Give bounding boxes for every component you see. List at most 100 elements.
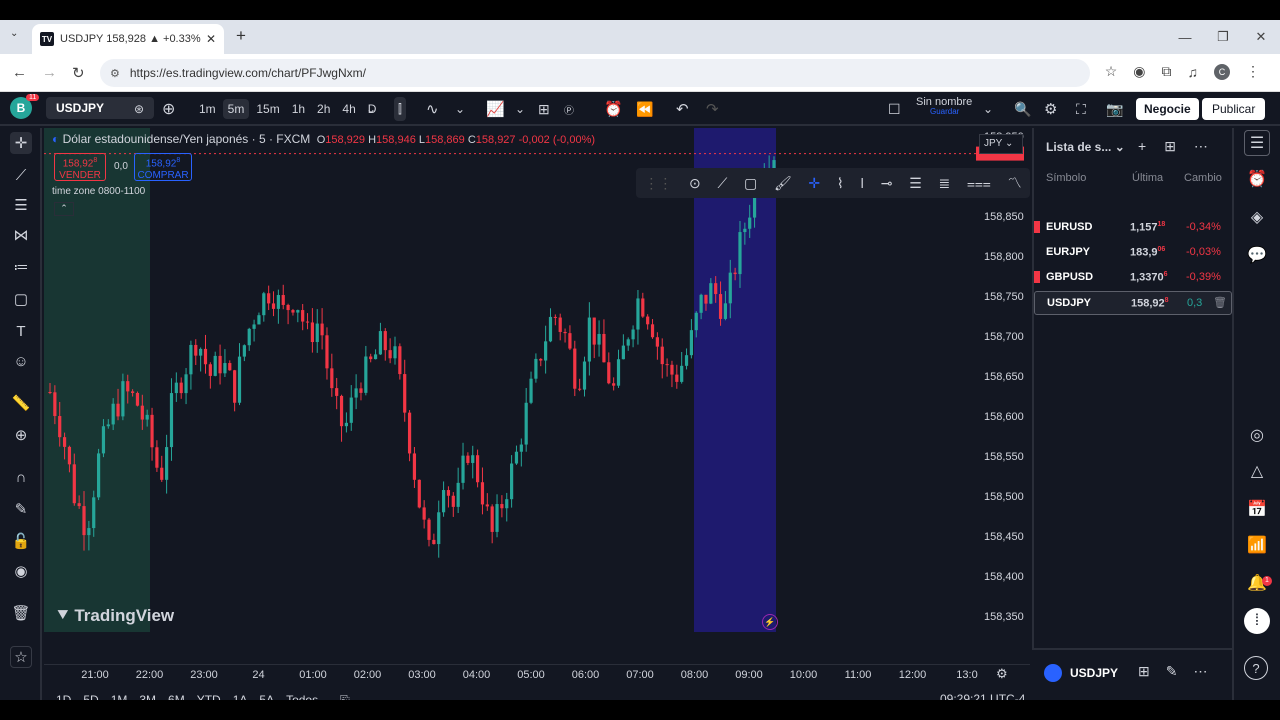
alerts-clock-icon[interactable]: ⏰ bbox=[1244, 166, 1270, 192]
axis-settings-icon[interactable]: ⚙ bbox=[996, 666, 1008, 682]
red-flag-icon[interactable] bbox=[1034, 271, 1040, 283]
new-tab-button[interactable]: + bbox=[236, 26, 246, 46]
timeframe-dropdown-icon[interactable]: ⌄ bbox=[366, 92, 376, 126]
time-axis[interactable]: 21:00 22:00 23:00 24 01:00 02:00 03:00 04:00 05:… bbox=[44, 664, 1030, 686]
candlestick-chart[interactable]: 158,950158,900158,850158,800158,750158,7… bbox=[44, 128, 1030, 632]
bookmark-star-icon[interactable]: ☆ bbox=[1105, 63, 1118, 80]
fullscreen-icon[interactable]: ⛶ bbox=[1076, 92, 1086, 126]
templates-icon[interactable]: ⊞ bbox=[538, 92, 550, 126]
settings-gear-icon[interactable]: ⚙ bbox=[1044, 92, 1057, 126]
profile-avatar[interactable]: C bbox=[1214, 63, 1230, 80]
calendar-icon[interactable]: 📅 bbox=[1244, 496, 1270, 522]
cross-tool-icon[interactable]: ✛ bbox=[808, 175, 820, 192]
remove-row-icon[interactable]: 🗑 bbox=[1213, 296, 1227, 309]
ruler-icon[interactable]: 📏 bbox=[10, 392, 32, 414]
edit-icon[interactable]: ✎ bbox=[1166, 663, 1178, 680]
watchlist-title[interactable]: Lista de s... ⌄ bbox=[1046, 140, 1125, 154]
currency-select[interactable]: JPY ⌄ bbox=[979, 134, 1023, 154]
watchlist-icon[interactable]: ☰ bbox=[1244, 130, 1270, 156]
details-more-icon[interactable]: ⋯ bbox=[1193, 663, 1207, 680]
forward-icon[interactable]: → bbox=[42, 64, 57, 81]
layout-name-button[interactable]: Sin nombre Guardar bbox=[916, 97, 972, 117]
indicator-line-icon[interactable]: ∿ bbox=[426, 92, 439, 126]
horizontal-line-icon[interactable]: ⊸ bbox=[881, 175, 893, 192]
timeframe-15m[interactable]: 15m bbox=[251, 99, 284, 119]
timeframe-1h[interactable]: 1h bbox=[287, 99, 310, 119]
url-field[interactable]: ⚙ https://es.tradingview.com/chart/PFJwg… bbox=[100, 59, 1090, 87]
eye-icon[interactable]: ◉ bbox=[10, 560, 32, 582]
pattern-icon[interactable]: ⋈ bbox=[10, 224, 32, 246]
watchlist-row[interactable]: EURUSD 1,15718 -0,34% bbox=[1034, 216, 1232, 240]
pine-icon[interactable]: Ⓟ bbox=[564, 92, 574, 126]
trash-icon[interactable]: 🗑 bbox=[10, 602, 32, 624]
tab-close-icon[interactable]: ✕ bbox=[206, 32, 216, 46]
layout-dropdown-icon[interactable]: ⌄ bbox=[983, 92, 993, 126]
indicators-dropdown-icon[interactable]: ⌄ bbox=[515, 92, 525, 126]
settings-lines-icon[interactable]: ⩶ bbox=[967, 175, 991, 192]
text-tool-icon[interactable]: T bbox=[10, 320, 32, 342]
forecast-icon[interactable]: ≔ bbox=[10, 256, 32, 278]
collapse-legend-icon[interactable]: ⌃ bbox=[54, 202, 74, 216]
red-flag-icon[interactable] bbox=[1034, 221, 1040, 233]
watchlist-row[interactable]: USDJPY 158,928 0,3 🗑 bbox=[1034, 291, 1232, 315]
path-tool-icon[interactable]: ⌇ bbox=[837, 175, 844, 192]
redo-icon[interactable]: ↷ bbox=[706, 92, 719, 126]
streams-icon[interactable]: 📶 bbox=[1244, 532, 1270, 558]
fib-icon[interactable]: ☰ bbox=[10, 194, 32, 216]
line-tool-icon[interactable]: ⟋ bbox=[717, 175, 727, 192]
target-icon[interactable]: ◎ bbox=[1244, 422, 1270, 448]
chart-pane[interactable]: 158,950158,900158,850158,800158,750158,7… bbox=[44, 128, 1030, 664]
watchlist-row[interactable]: GBPUSD 1,33706 -0,39% bbox=[1034, 266, 1232, 290]
alert-icon[interactable]: ⏰ bbox=[604, 92, 623, 126]
crosshair-icon[interactable]: ✛ bbox=[10, 132, 32, 154]
shapes-icon[interactable]: ▢ bbox=[10, 288, 32, 310]
advanced-view-icon[interactable]: ⊞ bbox=[1164, 138, 1176, 155]
snapshot-camera-icon[interactable]: 📷 bbox=[1106, 92, 1123, 126]
undo-icon[interactable]: ↶ bbox=[676, 92, 689, 126]
drag-handle-icon[interactable]: ⋮⋮ bbox=[644, 175, 672, 192]
minimize-icon[interactable]: — bbox=[1166, 30, 1204, 45]
candles-chart-type-icon[interactable]: ⫿ bbox=[394, 97, 406, 121]
details-symbol[interactable]: USDJPY bbox=[1070, 666, 1118, 680]
buy-button[interactable]: 158,928 COMPRAR bbox=[134, 153, 192, 181]
circle-tool-icon[interactable]: ⊙ bbox=[689, 175, 701, 192]
restore-icon[interactable]: ❐ bbox=[1204, 29, 1242, 45]
col-symbol[interactable]: Símbolo bbox=[1046, 172, 1086, 184]
site-info-icon[interactable]: ⚙ bbox=[110, 67, 120, 80]
more-options-icon[interactable]: ⋯ bbox=[1194, 138, 1208, 155]
ideas-icon[interactable]: △ bbox=[1244, 458, 1270, 484]
lock-drawing-icon[interactable]: ✎ bbox=[10, 498, 32, 520]
close-window-icon[interactable]: ✕ bbox=[1242, 29, 1280, 45]
zoom-in-icon[interactable]: ⊕ bbox=[10, 424, 32, 446]
apps-grid-icon[interactable]: ⁞ bbox=[1244, 608, 1270, 634]
chart-type-dropdown-icon[interactable]: ⌄ bbox=[455, 92, 465, 126]
sell-button[interactable]: 158,928 VENDER bbox=[54, 153, 106, 181]
layout-square-icon[interactable]: ☐ bbox=[888, 92, 901, 126]
vertical-line-icon[interactable]: ǀ bbox=[860, 175, 864, 191]
tab-search-icon[interactable]: ⌄ bbox=[10, 28, 18, 39]
indicators-icon[interactable]: 📈 bbox=[486, 92, 505, 126]
timeframe-1m[interactable]: 1m bbox=[194, 99, 221, 119]
browser-menu-icon[interactable]: ⋮ bbox=[1246, 63, 1260, 80]
col-last[interactable]: Última bbox=[1132, 172, 1163, 184]
zigzag-icon[interactable]: 〽 bbox=[1008, 173, 1022, 193]
timeframe-5m[interactable]: 5m bbox=[222, 99, 250, 119]
add-symbol-plus-icon[interactable]: + bbox=[1138, 138, 1146, 155]
col-change[interactable]: Cambio bbox=[1184, 172, 1222, 184]
chat-icon[interactable]: 💬 bbox=[1244, 242, 1270, 268]
browser-tab[interactable]: TV USDJPY 158,928 ▲ +0.33% Sin ✕ bbox=[32, 24, 224, 54]
timeframe-4h[interactable]: 4h bbox=[337, 99, 360, 119]
add-symbol-icon[interactable]: ⊕ bbox=[162, 92, 175, 126]
brush-tool-icon[interactable]: 🖌 bbox=[774, 175, 792, 192]
watchlist-row[interactable]: EURJPY 183,906 -0,03% bbox=[1034, 241, 1232, 265]
publicar-button[interactable]: Publicar bbox=[1202, 98, 1266, 120]
media-icon[interactable]: ♫ bbox=[1188, 64, 1199, 80]
bolt-event-icon[interactable]: ⚡ bbox=[762, 614, 778, 630]
reload-icon[interactable]: ↻ bbox=[72, 64, 85, 82]
trend-line-icon[interactable]: ⟋ bbox=[10, 164, 32, 186]
quick-search-icon[interactable]: 🔍 bbox=[1014, 92, 1031, 126]
emoji-icon[interactable]: ☺ bbox=[10, 350, 32, 372]
puzzle-icon[interactable]: ⧉ bbox=[1162, 63, 1172, 80]
extension-icon[interactable]: ◉ bbox=[1133, 63, 1145, 80]
help-icon[interactable]: ? bbox=[1244, 656, 1268, 680]
